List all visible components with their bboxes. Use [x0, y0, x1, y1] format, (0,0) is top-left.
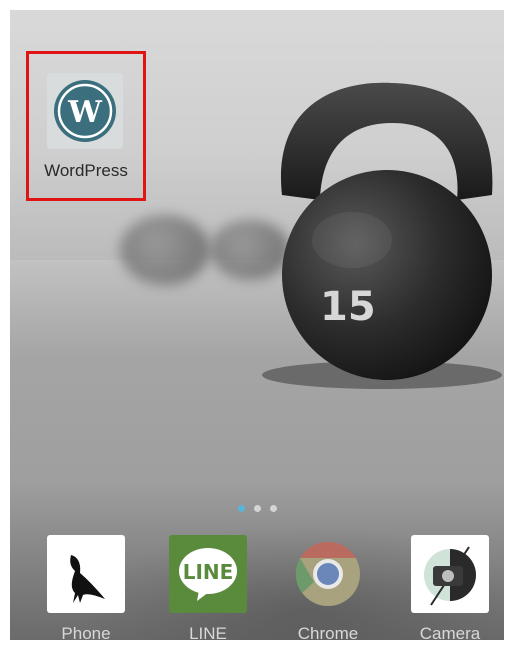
app-wordpress[interactable]: W	[46, 72, 124, 150]
wordpress-icon: W	[47, 73, 123, 149]
app-camera[interactable]	[411, 535, 489, 613]
kettlebell-number: 15	[320, 284, 376, 330]
app-label-wordpress: WordPress	[44, 161, 128, 180]
app-chrome[interactable]	[289, 535, 367, 613]
phone-bird-icon	[47, 535, 125, 613]
page-dot-3[interactable]	[269, 504, 277, 512]
dock-label-phone: Phone	[61, 624, 111, 643]
chrome-icon	[295, 541, 360, 606]
svg-text:W: W	[67, 95, 103, 130]
page-indicator[interactable]	[10, 502, 504, 514]
dock-label-line: LINE	[189, 624, 227, 643]
dock-label-camera: Camera	[419, 624, 481, 643]
app-phone[interactable]	[47, 535, 125, 613]
page-dot-2[interactable]	[253, 504, 261, 512]
line-icon: LINE	[169, 535, 247, 613]
page-dot-1[interactable]	[237, 504, 245, 512]
camera-icon	[411, 535, 489, 613]
svg-text:LINE: LINE	[183, 560, 234, 584]
wallpaper-kettlebell: 15	[262, 82, 502, 389]
dock-label-chrome: Chrome	[297, 624, 359, 643]
app-line[interactable]: LINE	[169, 535, 247, 613]
wallpaper-blurred-weight	[120, 215, 210, 285]
